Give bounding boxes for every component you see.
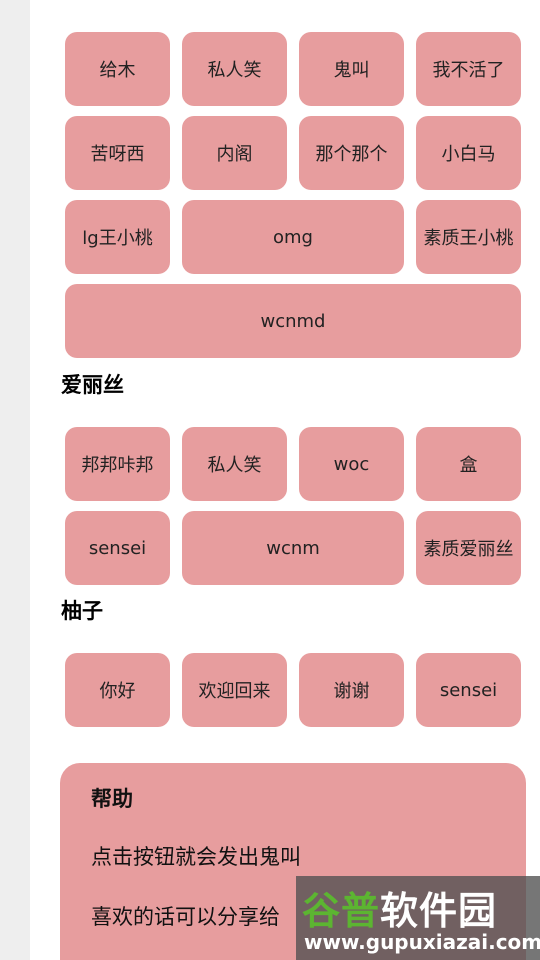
section-title-yuzu: 柚子 [61, 599, 103, 623]
help-line-1: 点击按钮就会发出鬼叫 [91, 845, 301, 869]
sound-button-lg-wangxiaotao[interactable]: lg王小桃 [65, 200, 170, 274]
sound-button-sensei-yuzu[interactable]: sensei [416, 653, 521, 727]
sound-button-sirenxiao[interactable]: 私人笑 [182, 32, 287, 106]
sound-button-he[interactable]: 盒 [416, 427, 521, 501]
site-watermark: 谷普软件园 www.gupuxiazai.com [296, 876, 540, 960]
sound-button-woc[interactable]: woc [299, 427, 404, 501]
sound-button-wcnm[interactable]: wcnm [182, 511, 404, 585]
sound-button-sirenxiao-alice[interactable]: 私人笑 [182, 427, 287, 501]
sound-button-geimu[interactable]: 给木 [65, 32, 170, 106]
sound-button-bangbangkabang[interactable]: 邦邦咔邦 [65, 427, 170, 501]
sound-button-neige[interactable]: 内阁 [182, 116, 287, 190]
sound-button-xiexie[interactable]: 谢谢 [299, 653, 404, 727]
sound-button-huanyinghuilai[interactable]: 欢迎回来 [182, 653, 287, 727]
sound-button-kuyaxi[interactable]: 苦呀西 [65, 116, 170, 190]
help-title: 帮助 [91, 787, 133, 811]
sound-button-nagenage[interactable]: 那个那个 [299, 116, 404, 190]
watermark-logo: 谷普软件园 [302, 880, 497, 935]
sound-button-nihao[interactable]: 你好 [65, 653, 170, 727]
sound-button-omg[interactable]: omg [182, 200, 404, 274]
sound-button-xiaobaima[interactable]: 小白马 [416, 116, 521, 190]
watermark-logo-part2: 软件园 [380, 889, 498, 933]
sound-button-sensei-alice[interactable]: sensei [65, 511, 170, 585]
sound-button-wcnmd[interactable]: wcnmd [65, 284, 521, 358]
section-title-alice: 爱丽丝 [61, 373, 124, 397]
sound-button-guijiao[interactable]: 鬼叫 [299, 32, 404, 106]
sound-button-suzhi-wangxiaotao[interactable]: 素质王小桃 [416, 200, 521, 274]
sound-button-suzhi-alice[interactable]: 素质爱丽丝 [416, 511, 521, 585]
watermark-url: www.gupuxiazai.com [304, 930, 540, 954]
sound-button-wobuhuole[interactable]: 我不活了 [416, 32, 521, 106]
watermark-logo-part1: 谷普 [302, 889, 381, 933]
soundboard-page: 给木 私人笑 鬼叫 我不活了 苦呀西 内阁 那个那个 小白马 lg王小桃 omg… [30, 0, 540, 960]
help-line-2: 喜欢的话可以分享给 [91, 905, 280, 929]
